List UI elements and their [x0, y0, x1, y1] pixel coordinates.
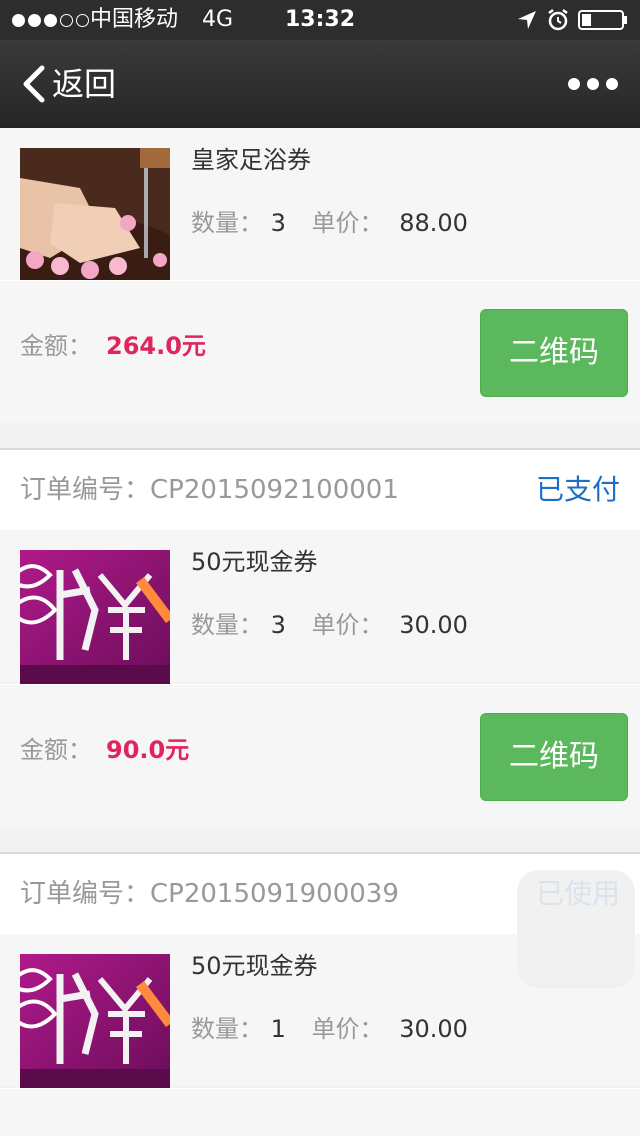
floating-assistive-button[interactable]	[517, 870, 635, 988]
order-header: 订单编号：CP2015092100001 已支付	[0, 450, 640, 530]
quantity-label: 数量：	[191, 209, 263, 237]
product-image	[20, 148, 170, 282]
location-arrow-icon	[518, 11, 536, 29]
quantity-value: 1	[270, 1015, 286, 1043]
order-total-row: 金额： 264.0元 二维码	[0, 280, 640, 423]
order-number: 订单编号：CP2015091900039	[20, 854, 399, 934]
order-item[interactable]: 皇家足浴券 数量： 3 单价： 88.00	[0, 128, 640, 282]
navigation-bar: 返回	[0, 40, 640, 128]
product-meta: 数量： 3 单价： 30.00	[191, 608, 468, 642]
alarm-clock-icon	[548, 9, 568, 31]
order-number: 订单编号：CP2015092100001	[20, 450, 399, 530]
back-label: 返回	[52, 65, 117, 103]
unit-price-label: 单价：	[311, 209, 384, 237]
order-total-row: 金额： 90.0元 二维码	[0, 684, 640, 827]
quantity-value: 3	[270, 611, 286, 639]
product-image	[20, 954, 170, 1088]
quantity-value: 3	[270, 209, 286, 237]
quantity-label: 数量：	[191, 611, 263, 639]
product-name: 皇家足浴券	[191, 146, 311, 174]
unit-price-value: 30.00	[399, 1015, 468, 1043]
product-name: 50元现金券	[191, 952, 318, 980]
product-image	[20, 550, 170, 684]
order-status[interactable]: 已支付	[536, 450, 620, 530]
more-menu-icon[interactable]	[568, 70, 618, 98]
amount-label: 金额：	[20, 736, 92, 764]
product-meta: 数量： 1 单价： 30.00	[191, 1012, 468, 1046]
product-meta: 数量： 3 单价： 88.00	[191, 206, 468, 240]
chevron-left-icon	[23, 65, 45, 103]
unit-price-label: 单价：	[311, 611, 384, 639]
battery-icon	[578, 10, 627, 30]
order-divider	[0, 827, 640, 854]
order-total-row	[0, 1088, 640, 1136]
order-number-value: CP2015091900039	[150, 879, 399, 909]
amount-value: 264.0元	[106, 332, 206, 360]
order-number-label: 订单编号：	[20, 475, 151, 505]
clock: 13:32	[284, 7, 356, 32]
unit-price-value: 88.00	[399, 209, 468, 237]
order-number-value: CP2015092100001	[150, 475, 399, 505]
status-bar: 中国移动 4G 13:32	[0, 0, 640, 40]
order-number-label: 订单编号：	[20, 879, 151, 909]
amount-label: 金额：	[20, 332, 92, 360]
unit-price-value: 30.00	[399, 611, 468, 639]
order-divider	[0, 423, 640, 450]
amount-value: 90.0元	[106, 736, 190, 764]
product-name: 50元现金券	[191, 548, 318, 576]
unit-price-label: 单价：	[311, 1015, 384, 1043]
qr-code-button[interactable]: 二维码	[480, 713, 628, 801]
order-item[interactable]: 50元现金券 数量： 3 单价： 30.00	[0, 530, 640, 684]
qr-code-button[interactable]: 二维码	[480, 309, 628, 397]
quantity-label: 数量：	[191, 1015, 263, 1043]
back-button[interactable]: 返回	[18, 62, 116, 106]
